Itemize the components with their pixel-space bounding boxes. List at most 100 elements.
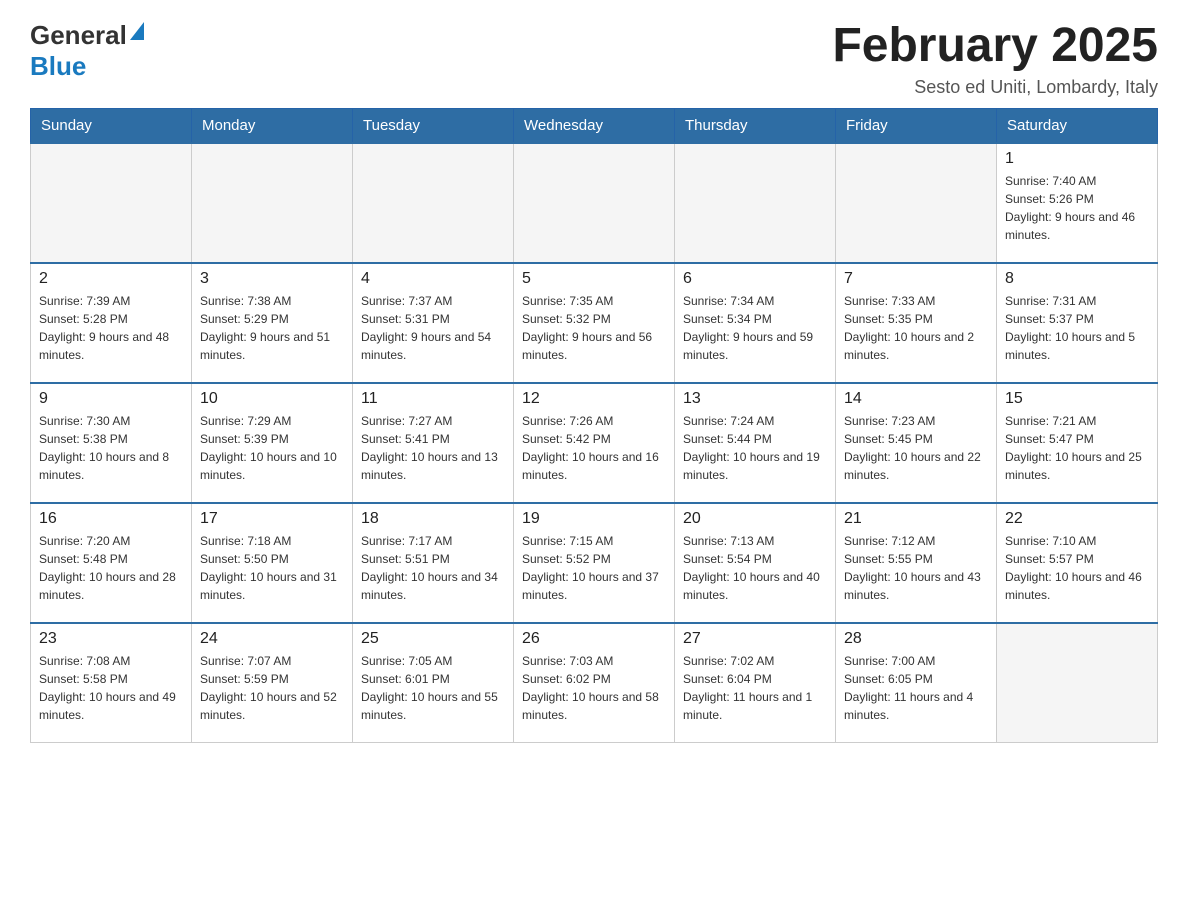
calendar-cell	[192, 143, 353, 263]
day-number: 1	[1005, 150, 1149, 168]
day-header-friday: Friday	[836, 108, 997, 143]
calendar-cell: 6 Sunrise: 7:34 AM Sunset: 5:34 PM Daylig…	[675, 263, 836, 383]
calendar-cell: 23Sunrise: 7:08 AM Sunset: 5:58 PM Dayli…	[31, 623, 192, 743]
day-info: Sunrise: 7:29 AM Sunset: 5:39 PM Dayligh…	[200, 412, 344, 484]
calendar-cell: 7 Sunrise: 7:33 AM Sunset: 5:35 PM Daylig…	[836, 263, 997, 383]
day-number: 16	[39, 510, 183, 528]
calendar-cell: 27 Sunrise: 7:02 AM Sunset: 6:04 PM Dayli…	[675, 623, 836, 743]
day-number: 13	[683, 390, 827, 408]
logo-blue-text: Blue	[30, 51, 86, 81]
calendar-cell	[353, 143, 514, 263]
calendar-table: SundayMondayTuesdayWednesdayThursdayFrid…	[30, 108, 1158, 744]
day-info: Sunrise: 7:20 AM Sunset: 5:48 PM Dayligh…	[39, 532, 183, 604]
day-number: 6	[683, 270, 827, 288]
day-number: 27	[683, 630, 827, 648]
day-number: 11	[361, 390, 505, 408]
calendar-cell	[836, 143, 997, 263]
day-number: 10	[200, 390, 344, 408]
calendar-cell: 12 Sunrise: 7:26 AM Sunset: 5:42 PM Dayli…	[514, 383, 675, 503]
day-header-monday: Monday	[192, 108, 353, 143]
calendar-header: SundayMondayTuesdayWednesdayThursdayFrid…	[31, 108, 1158, 143]
day-number: 26	[522, 630, 666, 648]
day-number: 19	[522, 510, 666, 528]
calendar-cell: 26 Sunrise: 7:03 AM Sunset: 6:02 PM Dayli…	[514, 623, 675, 743]
calendar-cell: 16 Sunrise: 7:20 AM Sunset: 5:48 PM Dayli…	[31, 503, 192, 623]
logo: General Blue	[30, 20, 144, 82]
day-info: Sunrise: 7:03 AM Sunset: 6:02 PM Dayligh…	[522, 652, 666, 724]
day-info: Sunrise: 7:12 AM Sunset: 5:55 PM Dayligh…	[844, 532, 988, 604]
calendar-week-5: 23Sunrise: 7:08 AM Sunset: 5:58 PM Dayli…	[31, 623, 1158, 743]
day-header-saturday: Saturday	[997, 108, 1158, 143]
day-info: Sunrise: 7:17 AM Sunset: 5:51 PM Dayligh…	[361, 532, 505, 604]
day-info: Sunrise: 7:40 AM Sunset: 5:26 PM Dayligh…	[1005, 172, 1149, 244]
calendar-cell: 25 Sunrise: 7:05 AM Sunset: 6:01 PM Dayli…	[353, 623, 514, 743]
calendar-cell: 21 Sunrise: 7:12 AM Sunset: 5:55 PM Dayli…	[836, 503, 997, 623]
title-section: February 2025 Sesto ed Uniti, Lombardy, …	[832, 20, 1158, 98]
day-number: 21	[844, 510, 988, 528]
calendar-cell: 22 Sunrise: 7:10 AM Sunset: 5:57 PM Dayli…	[997, 503, 1158, 623]
calendar-cell: 3Sunrise: 7:38 AM Sunset: 5:29 PM Daylig…	[192, 263, 353, 383]
calendar-cell: 13Sunrise: 7:24 AM Sunset: 5:44 PM Dayli…	[675, 383, 836, 503]
day-info: Sunrise: 7:33 AM Sunset: 5:35 PM Dayligh…	[844, 292, 988, 364]
day-info: Sunrise: 7:05 AM Sunset: 6:01 PM Dayligh…	[361, 652, 505, 724]
day-number: 2	[39, 270, 183, 288]
day-number: 8	[1005, 270, 1149, 288]
day-info: Sunrise: 7:18 AM Sunset: 5:50 PM Dayligh…	[200, 532, 344, 604]
day-info: Sunrise: 7:39 AM Sunset: 5:28 PM Dayligh…	[39, 292, 183, 364]
calendar-cell: 15 Sunrise: 7:21 AM Sunset: 5:47 PM Dayli…	[997, 383, 1158, 503]
calendar-cell: 9Sunrise: 7:30 AM Sunset: 5:38 PM Daylig…	[31, 383, 192, 503]
day-info: Sunrise: 7:23 AM Sunset: 5:45 PM Dayligh…	[844, 412, 988, 484]
calendar-cell: 28 Sunrise: 7:00 AM Sunset: 6:05 PM Dayli…	[836, 623, 997, 743]
calendar-cell: 5Sunrise: 7:35 AM Sunset: 5:32 PM Daylig…	[514, 263, 675, 383]
day-number: 24	[200, 630, 344, 648]
day-number: 18	[361, 510, 505, 528]
calendar-week-4: 16 Sunrise: 7:20 AM Sunset: 5:48 PM Dayli…	[31, 503, 1158, 623]
day-info: Sunrise: 7:30 AM Sunset: 5:38 PM Dayligh…	[39, 412, 183, 484]
calendar-week-2: 2 Sunrise: 7:39 AM Sunset: 5:28 PM Daylig…	[31, 263, 1158, 383]
calendar-cell: 2 Sunrise: 7:39 AM Sunset: 5:28 PM Daylig…	[31, 263, 192, 383]
day-info: Sunrise: 7:27 AM Sunset: 5:41 PM Dayligh…	[361, 412, 505, 484]
calendar-cell: 14Sunrise: 7:23 AM Sunset: 5:45 PM Dayli…	[836, 383, 997, 503]
location-subtitle: Sesto ed Uniti, Lombardy, Italy	[832, 77, 1158, 98]
calendar-cell: 19 Sunrise: 7:15 AM Sunset: 5:52 PM Dayli…	[514, 503, 675, 623]
calendar-cell: 11 Sunrise: 7:27 AM Sunset: 5:41 PM Dayli…	[353, 383, 514, 503]
day-header-wednesday: Wednesday	[514, 108, 675, 143]
day-number: 12	[522, 390, 666, 408]
calendar-cell: 17Sunrise: 7:18 AM Sunset: 5:50 PM Dayli…	[192, 503, 353, 623]
header-row: SundayMondayTuesdayWednesdayThursdayFrid…	[31, 108, 1158, 143]
calendar-body: 1 Sunrise: 7:40 AM Sunset: 5:26 PM Daylig…	[31, 143, 1158, 743]
calendar-week-3: 9Sunrise: 7:30 AM Sunset: 5:38 PM Daylig…	[31, 383, 1158, 503]
day-info: Sunrise: 7:02 AM Sunset: 6:04 PM Dayligh…	[683, 652, 827, 724]
day-number: 20	[683, 510, 827, 528]
day-number: 7	[844, 270, 988, 288]
day-number: 28	[844, 630, 988, 648]
day-info: Sunrise: 7:10 AM Sunset: 5:57 PM Dayligh…	[1005, 532, 1149, 604]
calendar-cell	[675, 143, 836, 263]
calendar-cell: 10 Sunrise: 7:29 AM Sunset: 5:39 PM Dayli…	[192, 383, 353, 503]
calendar-cell: 8 Sunrise: 7:31 AM Sunset: 5:37 PM Daylig…	[997, 263, 1158, 383]
calendar-cell	[31, 143, 192, 263]
day-info: Sunrise: 7:34 AM Sunset: 5:34 PM Dayligh…	[683, 292, 827, 364]
day-info: Sunrise: 7:00 AM Sunset: 6:05 PM Dayligh…	[844, 652, 988, 724]
day-number: 4	[361, 270, 505, 288]
day-info: Sunrise: 7:37 AM Sunset: 5:31 PM Dayligh…	[361, 292, 505, 364]
day-info: Sunrise: 7:26 AM Sunset: 5:42 PM Dayligh…	[522, 412, 666, 484]
calendar-cell: 20 Sunrise: 7:13 AM Sunset: 5:54 PM Dayli…	[675, 503, 836, 623]
day-header-thursday: Thursday	[675, 108, 836, 143]
day-info: Sunrise: 7:21 AM Sunset: 5:47 PM Dayligh…	[1005, 412, 1149, 484]
day-info: Sunrise: 7:13 AM Sunset: 5:54 PM Dayligh…	[683, 532, 827, 604]
day-number: 3	[200, 270, 344, 288]
day-header-sunday: Sunday	[31, 108, 192, 143]
calendar-cell	[997, 623, 1158, 743]
calendar-cell: 18 Sunrise: 7:17 AM Sunset: 5:51 PM Dayli…	[353, 503, 514, 623]
calendar-cell: 4 Sunrise: 7:37 AM Sunset: 5:31 PM Daylig…	[353, 263, 514, 383]
day-info: Sunrise: 7:31 AM Sunset: 5:37 PM Dayligh…	[1005, 292, 1149, 364]
day-number: 25	[361, 630, 505, 648]
page-header: General Blue February 2025 Sesto ed Unit…	[30, 20, 1158, 98]
day-number: 22	[1005, 510, 1149, 528]
day-info: Sunrise: 7:15 AM Sunset: 5:52 PM Dayligh…	[522, 532, 666, 604]
day-number: 15	[1005, 390, 1149, 408]
month-title: February 2025	[832, 20, 1158, 73]
day-number: 5	[522, 270, 666, 288]
day-header-tuesday: Tuesday	[353, 108, 514, 143]
